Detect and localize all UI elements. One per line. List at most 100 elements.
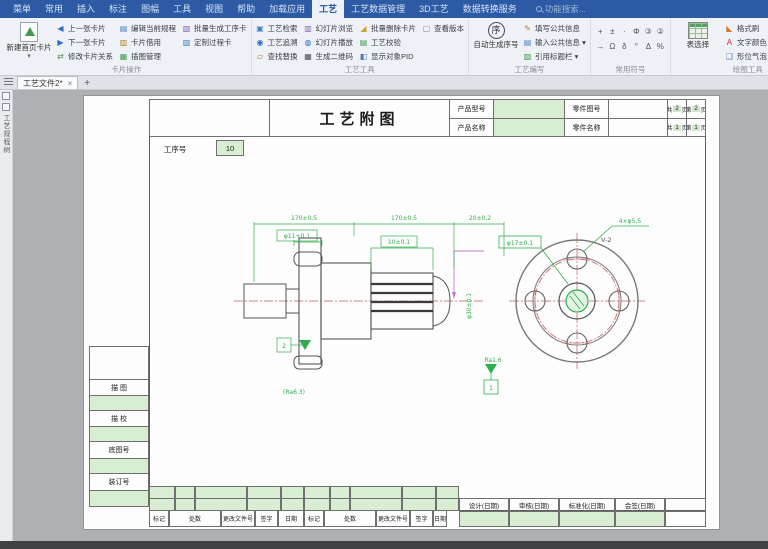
menu-tab[interactable]: 插入 [70,0,102,18]
button-icon: ◧ [359,52,368,61]
ribbon-button[interactable]: ◍ 幻灯片播放 [304,36,354,49]
new-tab-button[interactable]: + [78,78,96,89]
button-icon: ▥ [119,38,128,47]
table-select-button[interactable]: 表选择 [675,20,721,63]
draw-tools-columns: ◣ 格式刷 A 文字颜色 ▾ ❑ 形位气泡 ⚑ [725,20,768,63]
card-panel-icon[interactable] [2,103,10,111]
margin-row-value[interactable] [89,458,149,474]
menu-tab[interactable]: 帮助 [230,0,262,18]
menu-tab[interactable]: 常用 [38,0,70,18]
menu-tab[interactable]: 加载应用 [262,0,312,18]
button-icon: ▨ [182,38,191,47]
ribbon-button[interactable]: ▱ 查找替换 [256,50,298,63]
ribbon-button[interactable]: A 文字颜色 ▾ [725,36,768,49]
ribbon-button[interactable]: ✎ 填写公共信息 [523,22,586,35]
ribbon-button[interactable]: ◧ 显示对象PID [359,50,416,63]
ribbon-button[interactable]: ▨ 定制过程卡 [182,36,247,49]
ribbon-button[interactable]: ▤ 编辑当前规程 [119,22,176,35]
menu-tab[interactable]: 标注 [102,0,134,18]
button-label: 查看版本 [434,23,464,34]
ribbon-button[interactable]: ❑ 形位气泡 [725,50,768,63]
function-search[interactable]: 功能搜索... [536,0,586,18]
ribbon-button[interactable]: ▢ 查看版本 [422,22,464,35]
revision-column-label: 日期 [278,510,304,527]
symbol-button[interactable]: ± [607,24,618,37]
sign-value[interactable] [509,511,559,527]
sign-value[interactable] [459,511,509,527]
symbol-button[interactable]: Ω [607,39,618,52]
ribbon-button[interactable]: ◉ 工艺追溯 [256,36,298,49]
button-label: 幻灯片浏览 [316,23,354,34]
button-icon: ◉ [256,38,265,47]
part-name-value[interactable] [608,118,668,137]
ribbon-button[interactable]: ◢ 批量删除卡片 [359,22,416,35]
ribbon-button[interactable]: ◣ 格式刷 [725,22,768,35]
ribbon-button[interactable]: ▦ 生成二维码 [304,50,354,63]
button-label: 修改卡片关系 [68,51,113,62]
symbol-button[interactable]: + [595,24,606,37]
button-icon: ▦ [304,52,313,61]
drawing-canvas[interactable]: 工艺附图 产品型号 零件图号 共2页 第2页 产品名称 零件名称 共1页 [13,90,768,541]
symbol-button[interactable]: Δ [643,39,654,52]
total-pages-cell[interactable]: 共2页 [667,99,687,119]
symbol-button[interactable]: ② [655,24,666,37]
sign-col-empty [665,498,706,512]
auto-sequence-button[interactable]: 序 自动生成序号 [473,20,519,63]
menu-tab[interactable]: 工艺数据管理 [344,0,412,18]
part-drawing: 170±0.5 170±0.5 20±0.2 φ11+0.1 10±0.1 φ3… [149,156,706,486]
menu-tab-active[interactable]: 工艺 [312,0,344,18]
ribbon-button[interactable]: ▧ 批量生成工序卡 [182,22,247,35]
ribbon-button[interactable]: ⇄ 修改卡片关系 [56,50,113,63]
ribbon-button[interactable]: ▥ 幻灯片浏览 [304,22,354,35]
symbol-button[interactable]: Φ [631,24,642,37]
menu-tab[interactable]: 图幅 [134,0,166,18]
sign-value[interactable] [559,511,615,527]
ribbon-button[interactable]: ▤ 工艺校验 [359,36,416,49]
margin-row-value[interactable] [89,426,149,442]
process-no-value[interactable]: 10 [216,140,244,156]
symbol-button[interactable]: ° [631,39,642,52]
panel-toggle-icon[interactable] [4,78,13,87]
group-label: 工艺工具 [252,64,469,75]
symbol-button[interactable]: δ [619,39,630,52]
margin-row-value[interactable] [89,395,149,411]
process-tools-columns: ▣ 工艺检索 ◉ 工艺追溯 ▱ 查找替换 ▥ [256,20,465,63]
symbol-button[interactable]: % [655,39,666,52]
titleblock-empty-cell[interactable] [149,99,270,137]
close-icon[interactable]: × [68,79,73,88]
ribbon-button[interactable]: ▥ 卡片借用 [119,36,176,49]
part-no-value[interactable] [608,99,668,119]
total-pages-cell-2[interactable]: 共1页 [667,118,687,137]
margin-row-value[interactable] [89,490,149,507]
menu-tab[interactable]: 3D工艺 [412,0,456,18]
current-page-cell[interactable]: 第2页 [686,99,706,119]
ribbon-button[interactable]: ▶ 下一张卡片 [56,36,113,49]
ribbon-button[interactable]: ▧ 引用标题栏 ▾ [523,50,586,63]
menu-tab[interactable]: 菜单 [6,0,38,18]
symbol-button[interactable]: ③ [643,24,654,37]
ribbon-button[interactable]: ▦ 插图管理 [119,50,176,63]
ribbon-button[interactable]: ▣ 工艺检索 [256,22,298,35]
product-model-value[interactable] [493,99,565,119]
document-tab[interactable]: 工艺文件2* × [17,76,78,89]
revision-label-row: 标记处数更改文件号签字日期标记处数更改文件号签字日期 [149,510,459,527]
tree-panel-icon[interactable] [2,92,10,100]
dim-hub-dia: φ17±0.1 [507,240,533,247]
card-ops-columns: ◀ 上一张卡片 ▶ 下一张卡片 ⇄ 修改卡片关系 ▤ [56,20,247,63]
ribbon-button[interactable]: ▤ 输入公共信息 ▾ [523,36,586,49]
button-label: 文字颜色 ▾ [737,37,768,48]
menu-tab[interactable]: 视图 [198,0,230,18]
menu-tab[interactable]: 工具 [166,0,198,18]
current-page-value: 2 [692,106,699,112]
menu-tab[interactable]: 数据转换服务 [456,0,524,18]
product-name-value[interactable] [493,118,565,137]
current-page-cell-2[interactable]: 第1页 [686,118,706,137]
symbol-button[interactable]: → [595,39,606,52]
ribbon-button[interactable]: ◀ 上一张卡片 [56,22,113,35]
symbol-button[interactable]: · [619,24,630,37]
button-icon: ▢ [422,24,431,33]
process-tree-tab[interactable]: 工艺规程树 [1,114,11,154]
ribbon-group-card-ops: 新建首页卡片 ▾ ◀ 上一张卡片 ▶ 下一张卡片 ⇄ [2,19,252,75]
new-home-card-button[interactable]: 新建首页卡片 ▾ [6,20,52,63]
sign-value[interactable] [615,511,665,527]
